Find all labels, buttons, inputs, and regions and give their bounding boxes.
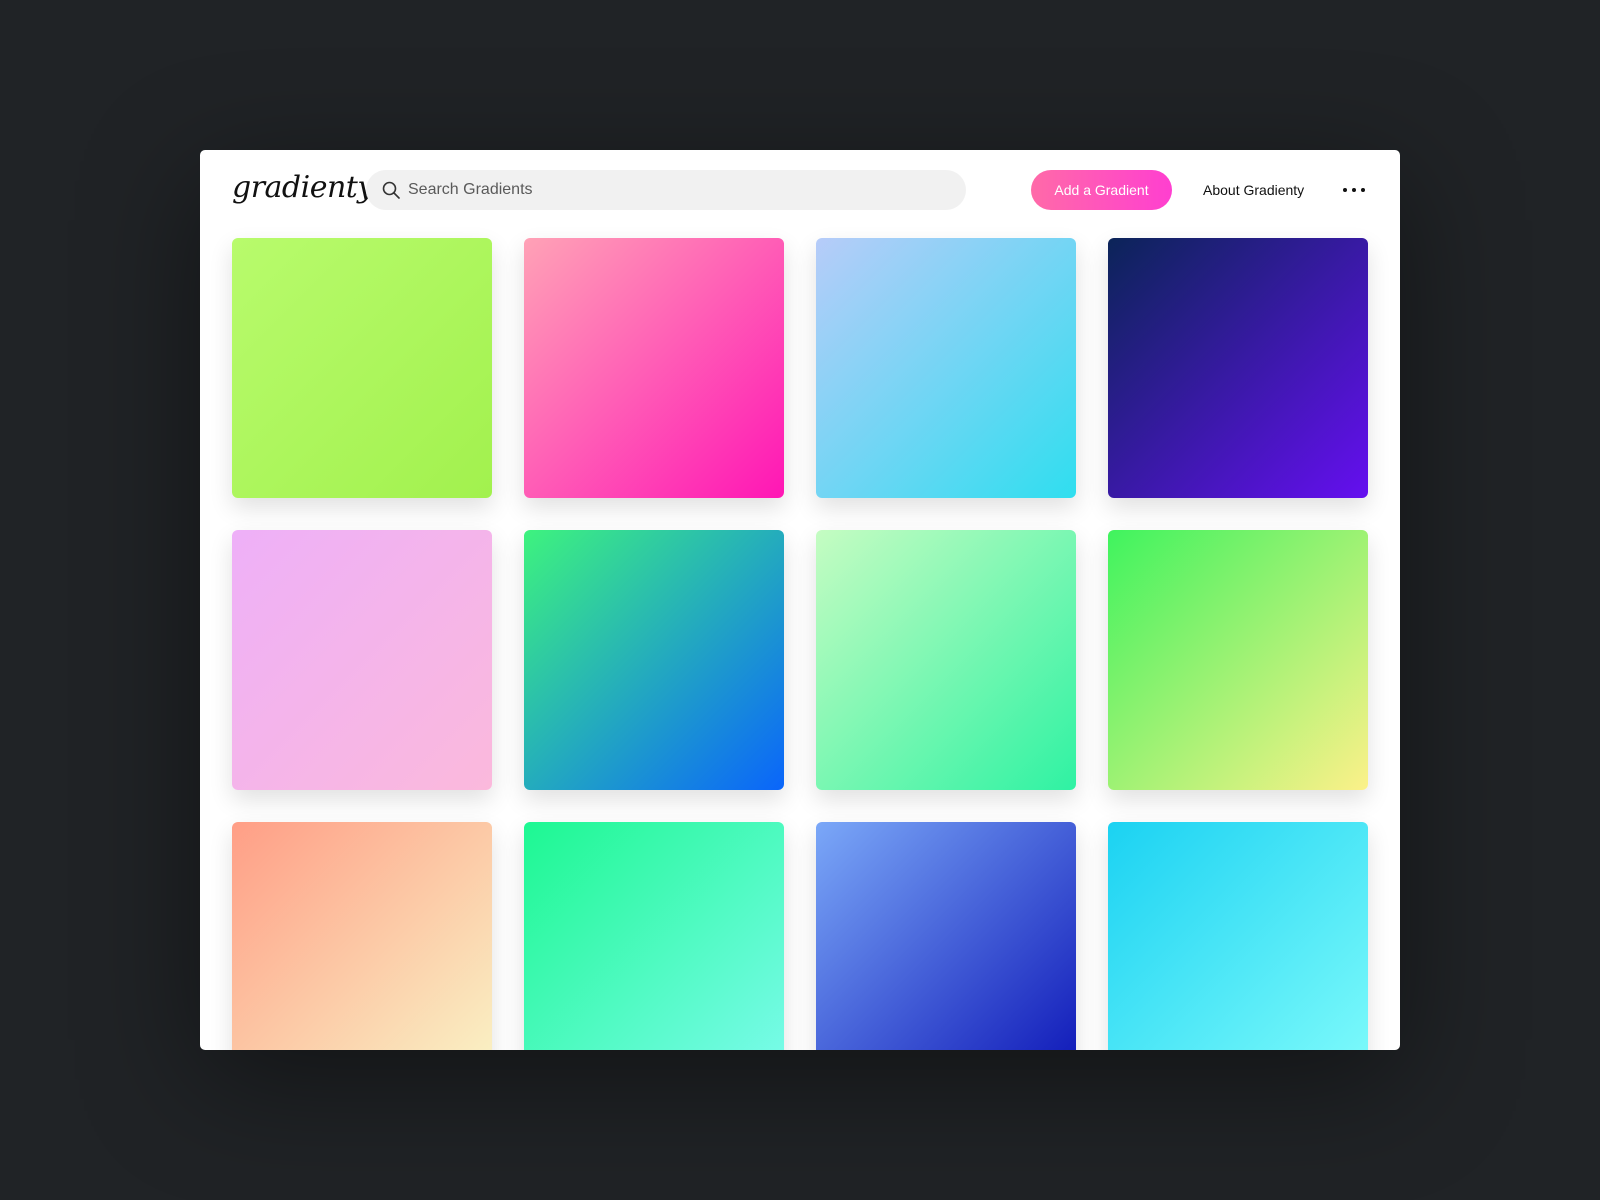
gradient-tile[interactable]	[232, 238, 492, 498]
search-icon	[382, 181, 400, 199]
gradient-tile[interactable]	[1108, 530, 1368, 790]
gradient-tile[interactable]	[1108, 822, 1368, 1050]
search-bar[interactable]	[366, 170, 966, 210]
search-input[interactable]	[408, 170, 948, 210]
gradient-tile[interactable]	[1108, 238, 1368, 498]
gradient-tile[interactable]	[524, 822, 784, 1050]
gradient-tile[interactable]	[524, 530, 784, 790]
gradient-tile[interactable]	[816, 530, 1076, 790]
add-gradient-button[interactable]: Add a Gradient	[1031, 170, 1172, 210]
gradient-tile[interactable]	[816, 238, 1076, 498]
more-options-icon[interactable]	[1340, 170, 1370, 210]
about-link[interactable]: About Gradienty	[1203, 170, 1304, 210]
app-window: gradienty Add a Gradient About Gradienty	[200, 150, 1400, 1050]
header: gradienty Add a Gradient About Gradienty	[200, 150, 1400, 232]
gradient-tile[interactable]	[232, 530, 492, 790]
gradient-tile[interactable]	[232, 822, 492, 1050]
gradient-grid	[232, 238, 1369, 1050]
gradient-tile[interactable]	[816, 822, 1076, 1050]
gradient-tile[interactable]	[524, 238, 784, 498]
logo[interactable]: gradienty	[232, 170, 374, 206]
